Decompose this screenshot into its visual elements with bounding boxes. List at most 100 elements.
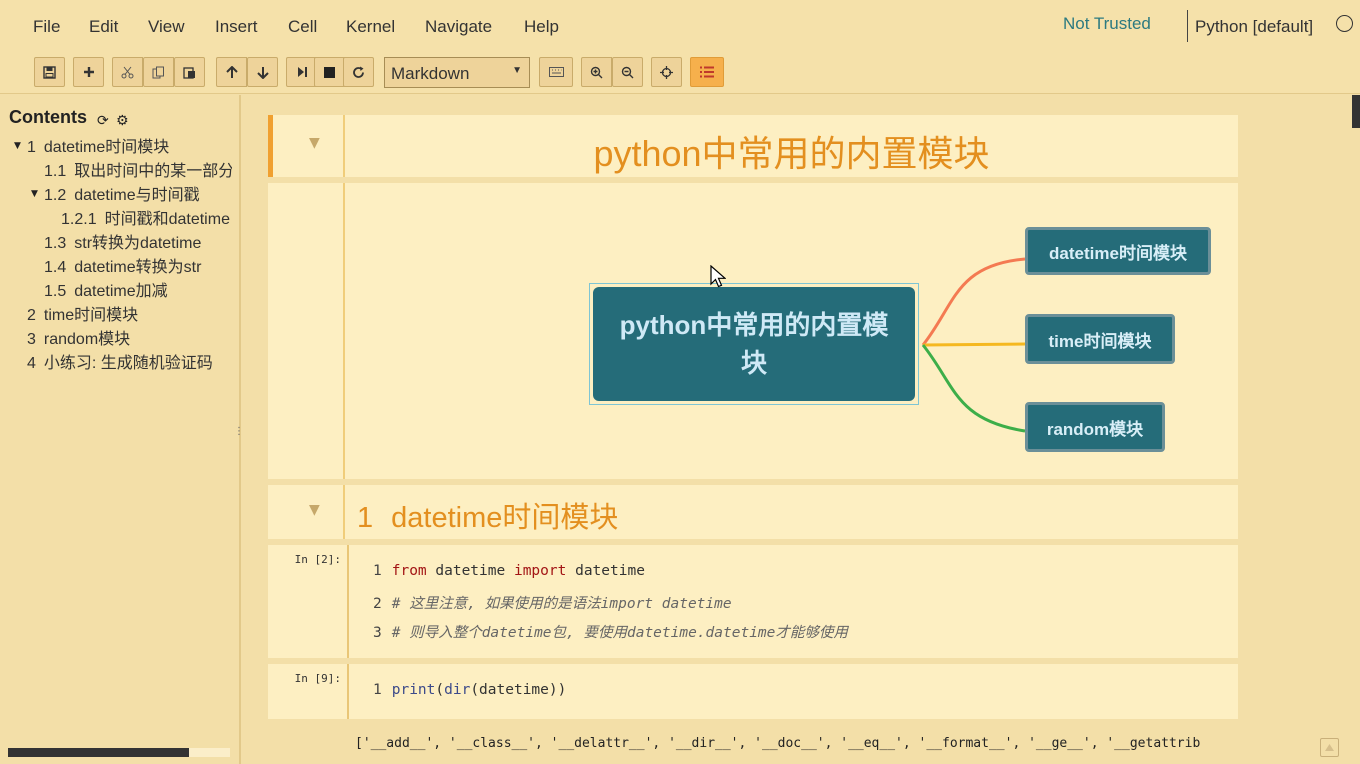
toc-title: Contents xyxy=(9,107,87,127)
save-icon xyxy=(43,65,56,79)
collapse-caret-icon[interactable]: ▼ xyxy=(309,502,320,518)
menu-help[interactable]: Help xyxy=(524,17,559,37)
menu-insert[interactable]: Insert xyxy=(215,17,258,37)
code-line: 3 # 则导入整个datetime包, 要使用datetime.datetime才… xyxy=(373,625,848,641)
menu-edit[interactable]: Edit xyxy=(89,17,118,37)
arrow-up-icon xyxy=(225,65,238,78)
mouse-cursor-icon xyxy=(710,265,726,288)
paste-button[interactable] xyxy=(174,57,205,87)
move-down-button[interactable] xyxy=(247,57,278,87)
cell-content: 1 datetime时间模块 xyxy=(343,485,1238,539)
mindmap-root-node: python中常用的内置模块 xyxy=(589,283,919,405)
code-cell[interactable]: In [9]: 1 print(dir(datetime)) xyxy=(268,664,1238,719)
refresh-icon[interactable]: ⟳ xyxy=(97,113,109,129)
menu-navigate[interactable]: Navigate xyxy=(425,17,492,37)
chevron-down-icon: ▼ xyxy=(512,65,522,76)
gear-icon[interactable]: ⚙ xyxy=(116,113,129,129)
interrupt-button[interactable] xyxy=(314,57,345,87)
toolbar: Markdown ▼ xyxy=(0,52,1360,94)
cut-button[interactable] xyxy=(112,57,143,87)
zoom-out-icon xyxy=(621,66,634,78)
toc-item[interactable]: 1 datetime时间模块 xyxy=(27,133,232,157)
section-heading: 1 datetime时间模块 xyxy=(357,494,618,536)
restart-button[interactable] xyxy=(343,57,374,87)
menu-bar: File Edit View Insert Cell Kernel Naviga… xyxy=(0,0,1360,52)
markdown-cell-heading[interactable]: ▼ 1 datetime时间模块 xyxy=(268,485,1238,539)
collapse-caret-icon[interactable]: ▼ xyxy=(309,135,320,151)
collapse-caret-icon[interactable]: ▼ xyxy=(14,141,21,151)
mindmap-node-time: time时间模块 xyxy=(1025,314,1175,364)
sidebar-scrollbar-thumb[interactable] xyxy=(8,748,189,757)
zoom-in-button[interactable] xyxy=(581,57,612,87)
prompt-column: In [9]: xyxy=(268,664,343,719)
kernel-name[interactable]: Python [default] xyxy=(1195,17,1313,37)
command-palette-button[interactable] xyxy=(539,57,573,87)
mindmap-node-random: random模块 xyxy=(1025,402,1165,452)
mindmap-image: python中常用的内置模块 datetime时间模块 time时间模块 ran… xyxy=(535,205,1211,465)
cell-content: python中常用的内置模块 xyxy=(343,115,1238,177)
collapse-caret-icon[interactable]: ▼ xyxy=(31,189,38,199)
section-title: datetime时间模块 xyxy=(391,502,619,534)
code-line: 1 from datetime import datetime xyxy=(373,563,645,579)
zoom-in-icon xyxy=(590,66,603,78)
cut-icon xyxy=(121,66,134,78)
code-cell[interactable]: In [2]: 1 from datetime import datetime 2… xyxy=(268,545,1238,658)
mindmap-root-label: python中常用的内置模块 xyxy=(593,287,915,401)
sidebar-scrollbar[interactable] xyxy=(8,748,230,757)
toc-item[interactable]: 1.2.1 时间戳和datetime xyxy=(61,205,232,229)
toc-toggle-button[interactable] xyxy=(690,57,724,87)
cell-content: 1 from datetime import datetime 2 # 这里注意, … xyxy=(343,545,1238,658)
code-line: 1 print(dir(datetime)) xyxy=(373,682,567,698)
toc-item[interactable]: 1.2 datetime与时间戳 xyxy=(44,181,232,205)
toc-item[interactable]: 1.3 str转换为datetime xyxy=(44,229,232,253)
toc-item[interactable]: 1.4 datetime转换为str xyxy=(44,253,232,277)
menu-view[interactable]: View xyxy=(148,17,185,37)
stop-icon xyxy=(324,66,335,78)
cell-type-value: Markdown xyxy=(391,64,470,83)
markdown-cell-image[interactable]: python中常用的内置模块 datetime时间模块 time时间模块 ran… xyxy=(268,183,1238,479)
toc-sidebar: Contents ⟳ ⚙ ▼ 1 datetime时间模块 1.1 取出时间中的某一… xyxy=(0,95,244,764)
toc-item[interactable]: 3 random模块 xyxy=(27,325,232,349)
notebook-title: python中常用的内置模块 xyxy=(593,133,990,174)
locate-button[interactable] xyxy=(651,57,682,87)
prompt-column: In [2]: xyxy=(268,545,343,658)
triangle-up-icon xyxy=(1325,744,1334,751)
run-button[interactable] xyxy=(286,57,317,87)
arrow-down-icon xyxy=(256,66,269,79)
input-prompt: In [9]: xyxy=(294,672,341,685)
toc-item[interactable]: 4 小练习: 生成随机验证码 xyxy=(27,349,232,373)
scroll-to-top-button[interactable] xyxy=(1320,738,1339,757)
cell-content: python中常用的内置模块 datetime时间模块 time时间模块 ran… xyxy=(343,183,1238,479)
not-trusted-indicator[interactable]: Not Trusted xyxy=(1063,14,1151,34)
toc-item[interactable]: 2 time时间模块 xyxy=(27,301,232,325)
vertical-scrollbar[interactable] xyxy=(1352,95,1360,764)
selected-cell-indicator xyxy=(268,115,273,177)
notebook-area: ▼ python中常用的内置模块 python中常用的内置模块 datetime… xyxy=(243,95,1360,764)
toc-item[interactable]: 1.5 datetime加减 xyxy=(44,277,232,301)
move-up-button[interactable] xyxy=(216,57,247,87)
save-button[interactable] xyxy=(34,57,65,87)
copy-button[interactable] xyxy=(143,57,174,87)
refresh-icon xyxy=(353,66,364,78)
cell-content: 1 print(dir(datetime)) xyxy=(343,664,1238,719)
insert-cell-button[interactable] xyxy=(73,57,104,87)
crosshair-icon xyxy=(660,65,673,79)
paste-icon xyxy=(183,66,195,79)
toc-list-icon xyxy=(700,66,714,78)
menu-kernel[interactable]: Kernel xyxy=(346,17,395,37)
code-editor[interactable]: 1 print(dir(datetime)) xyxy=(347,664,1238,719)
keyboard-icon xyxy=(548,67,564,77)
code-line: 2 # 这里注意, 如果使用的是语法import datetime xyxy=(373,596,732,612)
cell-output: ['__add__', '__class__', '__delattr__', … xyxy=(355,736,1201,751)
kernel-separator xyxy=(1187,10,1188,42)
menu-cell[interactable]: Cell xyxy=(288,17,317,37)
zoom-out-button[interactable] xyxy=(612,57,643,87)
menu-file[interactable]: File xyxy=(33,17,60,37)
scrollbar-thumb[interactable] xyxy=(1352,95,1360,128)
code-editor[interactable]: 1 from datetime import datetime 2 # 这里注意, … xyxy=(347,545,1238,658)
markdown-cell-title[interactable]: ▼ python中常用的内置模块 xyxy=(268,115,1238,177)
copy-icon xyxy=(152,66,164,78)
cell-type-select[interactable]: Markdown ▼ xyxy=(384,57,530,88)
plus-icon xyxy=(83,67,94,77)
toc-item[interactable]: 1.1 取出时间中的某一部分 xyxy=(44,157,232,181)
